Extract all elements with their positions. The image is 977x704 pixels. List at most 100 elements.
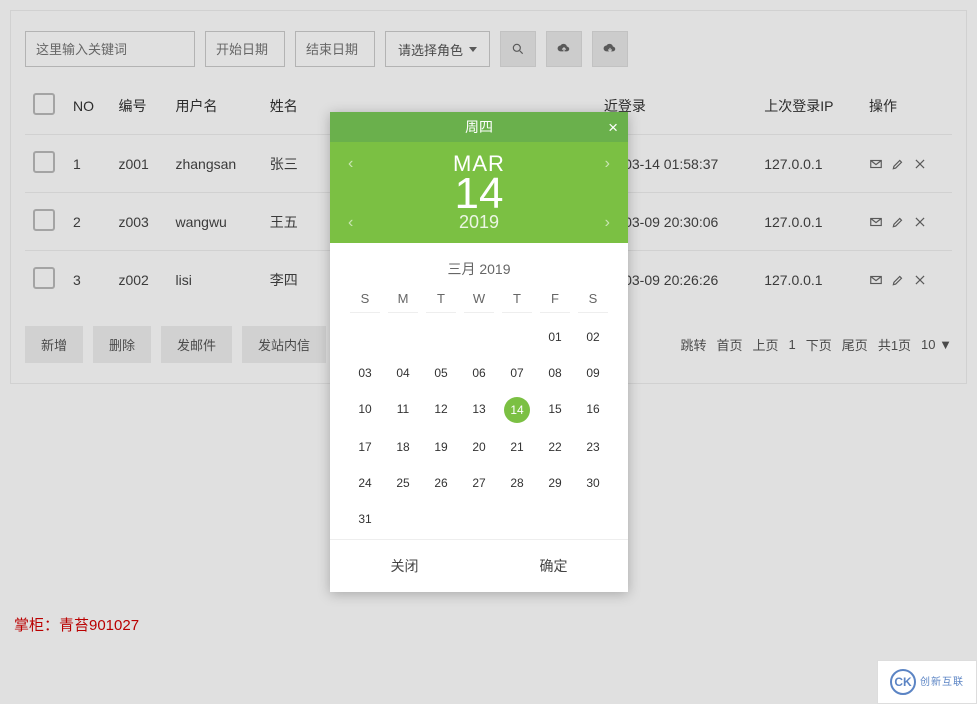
dp-day-cell bbox=[427, 507, 455, 531]
dp-day-cell[interactable]: 20 bbox=[465, 435, 493, 459]
dp-day-cell[interactable]: 17 bbox=[351, 435, 379, 459]
cell-username: wangwu bbox=[167, 193, 261, 251]
cell-no: 3 bbox=[65, 251, 110, 309]
dp-day-cell[interactable]: 26 bbox=[427, 471, 455, 495]
add-button[interactable]: 新增 bbox=[25, 326, 83, 363]
dp-day-cell[interactable]: 21 bbox=[503, 435, 531, 459]
dp-day-cell bbox=[427, 325, 455, 349]
dp-day-cell[interactable]: 30 bbox=[579, 471, 607, 495]
dp-day-cell[interactable]: 06 bbox=[465, 361, 493, 385]
page-jump[interactable]: 跳转 bbox=[681, 335, 707, 354]
dp-day-cell bbox=[465, 507, 493, 531]
dp-day-cell[interactable]: 11 bbox=[389, 397, 417, 421]
col-username: 用户名 bbox=[167, 77, 261, 135]
dp-day-cell[interactable]: 22 bbox=[541, 435, 569, 459]
cell-realname: 张三 bbox=[262, 135, 316, 193]
dp-day-cell[interactable]: 31 bbox=[351, 507, 379, 531]
cell-code: z003 bbox=[110, 193, 167, 251]
brand-logo: CK 创新互联 bbox=[877, 660, 977, 704]
cell-last-ip: 127.0.0.1 bbox=[756, 193, 861, 251]
row-checkbox[interactable] bbox=[33, 209, 55, 231]
dp-dow-cell: T bbox=[502, 291, 532, 313]
send-msg-button[interactable]: 发站内信 bbox=[242, 326, 326, 363]
page-prev[interactable]: 上页 bbox=[753, 335, 779, 354]
dp-prev-year[interactable]: ‹ bbox=[348, 214, 353, 232]
dp-day-cell[interactable]: 05 bbox=[427, 361, 455, 385]
dp-prev-month[interactable]: ‹ bbox=[348, 155, 353, 173]
end-date-input[interactable] bbox=[295, 31, 375, 67]
dp-day-cell bbox=[579, 507, 607, 531]
dp-day-cell[interactable]: 08 bbox=[541, 361, 569, 385]
dp-dow-cell: S bbox=[350, 291, 380, 313]
page-size-select[interactable]: 10 ▼ bbox=[921, 337, 952, 352]
dp-day-cell[interactable]: 28 bbox=[503, 471, 531, 495]
dp-day-cell bbox=[503, 325, 531, 349]
dp-day-cell[interactable]: 14 bbox=[504, 397, 530, 423]
pagination: 跳转 首页 上页 1 下页 尾页 共1页 10 ▼ bbox=[681, 335, 953, 354]
cell-last-ip: 127.0.0.1 bbox=[756, 251, 861, 309]
cell-username: zhangsan bbox=[167, 135, 261, 193]
mail-icon[interactable] bbox=[869, 157, 883, 171]
select-all-checkbox[interactable] bbox=[33, 93, 55, 115]
search-button[interactable] bbox=[500, 31, 536, 67]
row-checkbox[interactable] bbox=[33, 267, 55, 289]
page-last[interactable]: 尾页 bbox=[842, 335, 868, 354]
page-first[interactable]: 首页 bbox=[717, 335, 743, 354]
col-last-ip: 上次登录IP bbox=[756, 77, 861, 135]
edit-icon[interactable] bbox=[891, 215, 905, 229]
dp-cancel-button[interactable]: 关闭 bbox=[391, 556, 419, 576]
send-mail-button[interactable]: 发邮件 bbox=[161, 326, 232, 363]
col-actions: 操作 bbox=[861, 77, 952, 135]
row-checkbox[interactable] bbox=[33, 151, 55, 173]
dp-day-cell[interactable]: 12 bbox=[427, 397, 455, 421]
role-select-label: 请选择角色 bbox=[398, 40, 463, 59]
dp-confirm-button[interactable]: 确定 bbox=[540, 556, 568, 576]
dp-next-year[interactable]: › bbox=[605, 214, 610, 232]
dp-day-cell[interactable]: 15 bbox=[541, 397, 569, 421]
dp-day-cell[interactable]: 04 bbox=[389, 361, 417, 385]
cell-code: z002 bbox=[110, 251, 167, 309]
dp-day-cell[interactable]: 02 bbox=[579, 325, 607, 349]
dp-day-cell[interactable]: 23 bbox=[579, 435, 607, 459]
dp-dow-cell: S bbox=[578, 291, 608, 313]
dp-day-cell[interactable]: 01 bbox=[541, 325, 569, 349]
dp-month-full: 三月 2019 bbox=[350, 259, 608, 279]
dp-day-cell[interactable]: 27 bbox=[465, 471, 493, 495]
dp-day-cell[interactable]: 19 bbox=[427, 435, 455, 459]
upload-button[interactable] bbox=[546, 31, 582, 67]
dp-day-cell[interactable]: 24 bbox=[351, 471, 379, 495]
close-icon[interactable] bbox=[913, 215, 927, 229]
cloud-download-icon bbox=[603, 42, 617, 56]
dp-dow-cell: M bbox=[388, 291, 418, 313]
edit-icon[interactable] bbox=[891, 157, 905, 171]
mail-icon[interactable] bbox=[869, 215, 883, 229]
dp-day-cell[interactable]: 09 bbox=[579, 361, 607, 385]
search-icon bbox=[511, 42, 525, 56]
dp-close-button[interactable]: × bbox=[608, 118, 618, 138]
start-date-input[interactable] bbox=[205, 31, 285, 67]
dp-day-cell[interactable]: 25 bbox=[389, 471, 417, 495]
dp-day-cell[interactable]: 03 bbox=[351, 361, 379, 385]
dp-day-cell[interactable]: 16 bbox=[579, 397, 607, 421]
dp-day-cell[interactable]: 13 bbox=[465, 397, 493, 421]
dp-next-month[interactable]: › bbox=[605, 155, 610, 173]
close-icon[interactable] bbox=[913, 273, 927, 287]
datepicker-modal: 周四 × ‹ MAR › 14 ‹ 2019 › 三月 2019 SMTWTFS… bbox=[330, 112, 628, 592]
dp-day-cell[interactable]: 10 bbox=[351, 397, 379, 421]
dp-weekday: 周四 bbox=[465, 117, 493, 137]
close-icon[interactable] bbox=[913, 157, 927, 171]
dp-day-cell[interactable]: 29 bbox=[541, 471, 569, 495]
page-next[interactable]: 下页 bbox=[806, 335, 832, 354]
dp-day-cell[interactable]: 07 bbox=[503, 361, 531, 385]
role-select[interactable]: 请选择角色 bbox=[385, 31, 490, 67]
delete-button[interactable]: 删除 bbox=[93, 326, 151, 363]
col-code: 编号 bbox=[110, 77, 167, 135]
dp-dow-cell: T bbox=[426, 291, 456, 313]
dp-day-cell[interactable]: 18 bbox=[389, 435, 417, 459]
download-button[interactable] bbox=[592, 31, 628, 67]
mail-icon[interactable] bbox=[869, 273, 883, 287]
logo-mark: CK bbox=[890, 669, 916, 695]
keyword-input[interactable] bbox=[25, 31, 195, 67]
edit-icon[interactable] bbox=[891, 273, 905, 287]
dp-selected-day: 14 bbox=[330, 172, 628, 216]
